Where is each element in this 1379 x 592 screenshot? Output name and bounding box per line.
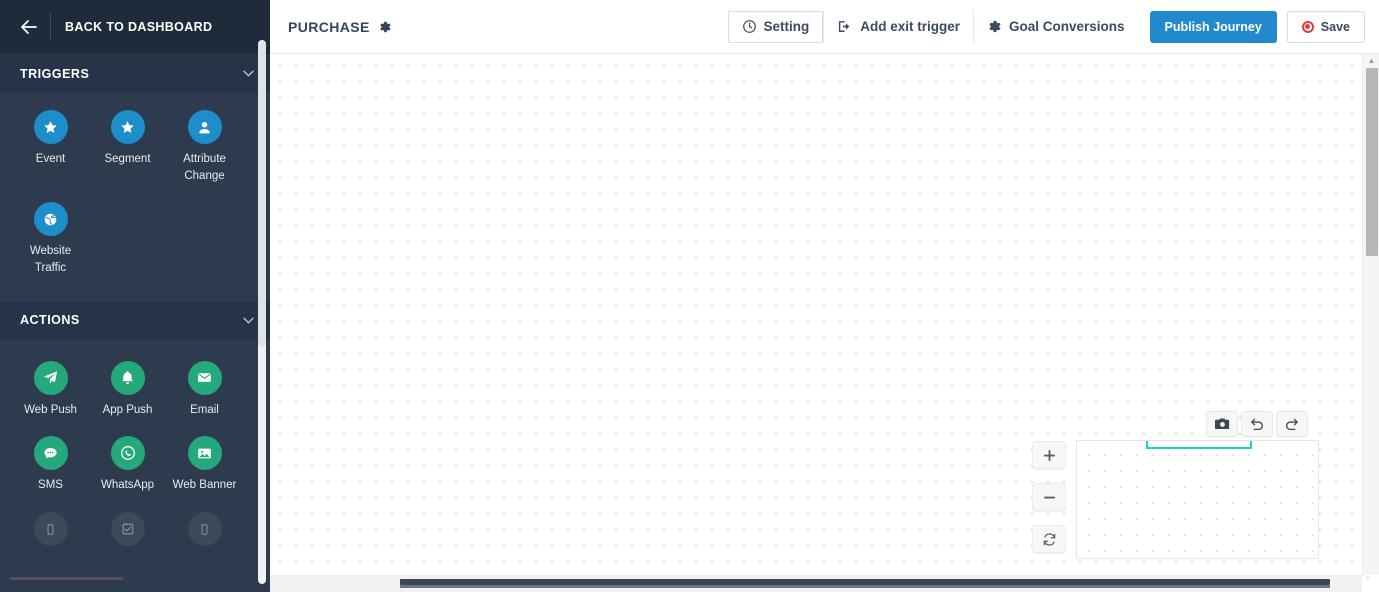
page-title: PURCHASE <box>288 18 370 35</box>
sidebar-tile-disabled-survey <box>89 512 166 553</box>
sidebar-header: BACK TO DASHBOARD <box>0 0 270 54</box>
bell-icon <box>110 360 145 395</box>
whatsapp-icon <box>110 436 145 471</box>
scroll-up-arrow-icon[interactable]: ▲ <box>1367 57 1376 65</box>
survey-icon <box>110 512 145 547</box>
sidebar-tile-app-push[interactable]: App Push <box>89 360 166 419</box>
image-icon <box>187 436 222 471</box>
record-icon <box>1301 20 1314 33</box>
actions-tile-grid: Web Push App Push Email SMS WhatsApp Web… <box>0 339 270 577</box>
sidebar-tile-website-traffic[interactable]: Website Traffic <box>12 202 89 276</box>
sidebar-tile-label: App Push <box>102 403 153 416</box>
chevron-down-icon[interactable] <box>243 317 254 324</box>
sidebar-section-triggers[interactable]: TRIGGERS <box>0 54 270 92</box>
toolbar-actions: Setting Add exit trigger Goal Conversion… <box>727 10 1365 43</box>
top-toolbar: PURCHASE Setting Add exit trigger Goal C… <box>270 0 1379 54</box>
zoom-in-button[interactable] <box>1032 441 1066 469</box>
user-icon <box>187 110 222 144</box>
journey-builder-app: BACK TO DASHBOARD TRIGGERS Event Segment <box>0 0 1379 592</box>
undo-icon[interactable] <box>1241 411 1273 437</box>
canvas-tool-group <box>1206 411 1308 437</box>
sidebar-tile-segment[interactable]: Segment <box>89 110 166 184</box>
sidebar-tile-attribute-change[interactable]: Attribute Change <box>166 110 243 184</box>
arrow-left-icon[interactable] <box>14 12 44 42</box>
clock-icon <box>742 19 757 34</box>
canvas-horizontal-scroll-thumb[interactable] <box>400 579 1330 588</box>
sidebar-section-actions[interactable]: ACTIONS <box>0 300 270 339</box>
sidebar-tile-whatsapp[interactable]: WhatsApp <box>89 436 166 494</box>
canvas-vertical-scroll-thumb[interactable] <box>1366 68 1378 256</box>
sidebar-tile-label: WhatsApp <box>100 479 155 492</box>
mobile-icon <box>33 512 68 547</box>
minimap-viewport-rect[interactable] <box>1146 441 1252 449</box>
sidebar-tile-label: SMS <box>38 479 63 492</box>
minimap-grid <box>1077 441 1318 558</box>
back-to-dashboard-label[interactable]: BACK TO DASHBOARD <box>65 20 212 34</box>
sidebar-tile-label: Attribute Change <box>183 153 226 182</box>
mobile-icon <box>187 512 222 547</box>
goal-conversions-button[interactable]: Goal Conversions <box>973 10 1138 43</box>
sidebar-tile-disabled-mobile-1 <box>12 512 89 553</box>
chat-bubble-icon <box>33 436 68 471</box>
sidebar-tile-web-push[interactable]: Web Push <box>12 360 89 419</box>
add-exit-trigger-button[interactable]: Add exit trigger <box>823 10 974 43</box>
sidebar-bottom-accent <box>10 577 123 580</box>
sidebar-tile-label: Web Push <box>24 403 77 416</box>
redo-icon[interactable] <box>1276 411 1308 437</box>
globe-icon <box>33 202 68 237</box>
star-icon <box>33 110 68 144</box>
header-divider <box>50 13 51 41</box>
zoom-reset-button[interactable] <box>1032 525 1066 553</box>
sidebar-tile-label: Website Traffic <box>29 245 72 275</box>
exit-icon <box>837 19 853 34</box>
zoom-out-button[interactable] <box>1032 483 1066 511</box>
sidebar-tile-disabled-mobile-2 <box>166 512 243 553</box>
paper-plane-icon <box>33 360 68 395</box>
sidebar-tile-email[interactable]: Email <box>166 360 243 419</box>
save-button-label: Save <box>1320 19 1350 34</box>
zoom-control-group <box>1032 441 1066 553</box>
publish-journey-button[interactable]: Publish Journey <box>1149 10 1277 43</box>
envelope-icon <box>187 360 222 395</box>
sidebar-tile-web-banner[interactable]: Web Banner <box>166 436 243 494</box>
section-title-triggers: TRIGGERS <box>20 66 90 81</box>
publish-journey-label: Publish Journey <box>1164 19 1262 34</box>
section-title-actions: ACTIONS <box>20 313 80 328</box>
journey-minimap[interactable] <box>1076 440 1319 559</box>
camera-icon[interactable] <box>1206 411 1238 437</box>
main-area: PURCHASE Setting Add exit trigger Goal C… <box>270 0 1379 592</box>
add-exit-trigger-label: Add exit trigger <box>860 19 961 34</box>
gear-icon <box>987 19 1002 34</box>
sidebar-tile-label: Segment <box>104 153 151 165</box>
star-icon <box>110 110 145 144</box>
sidebar-tile-label: Web Banner <box>172 479 237 492</box>
journey-canvas-wrapper: ▲ <box>270 54 1379 592</box>
left-sidebar: BACK TO DASHBOARD TRIGGERS Event Segment <box>0 0 270 592</box>
setting-button[interactable]: Setting <box>727 10 824 43</box>
sidebar-tile-sms[interactable]: SMS <box>12 436 89 494</box>
goal-conversions-label: Goal Conversions <box>1009 19 1125 34</box>
sidebar-scrollbar-thumb[interactable] <box>258 42 266 347</box>
chevron-down-icon[interactable] <box>243 70 254 77</box>
canvas-horizontal-scrollbar[interactable] <box>270 575 1362 592</box>
canvas-vertical-scrollbar[interactable]: ▲ <box>1362 54 1379 575</box>
sidebar-tile-label: Event <box>35 153 66 165</box>
sidebar-tile-label: Email <box>190 403 219 416</box>
setting-button-label: Setting <box>763 19 810 34</box>
gear-icon[interactable] <box>378 20 392 34</box>
save-button[interactable]: Save <box>1286 10 1365 43</box>
sidebar-tile-event[interactable]: Event <box>12 110 89 184</box>
sidebar-scrollbar-track[interactable] <box>258 40 266 584</box>
triggers-tile-grid: Event Segment Attribute Change Website T… <box>0 92 270 301</box>
